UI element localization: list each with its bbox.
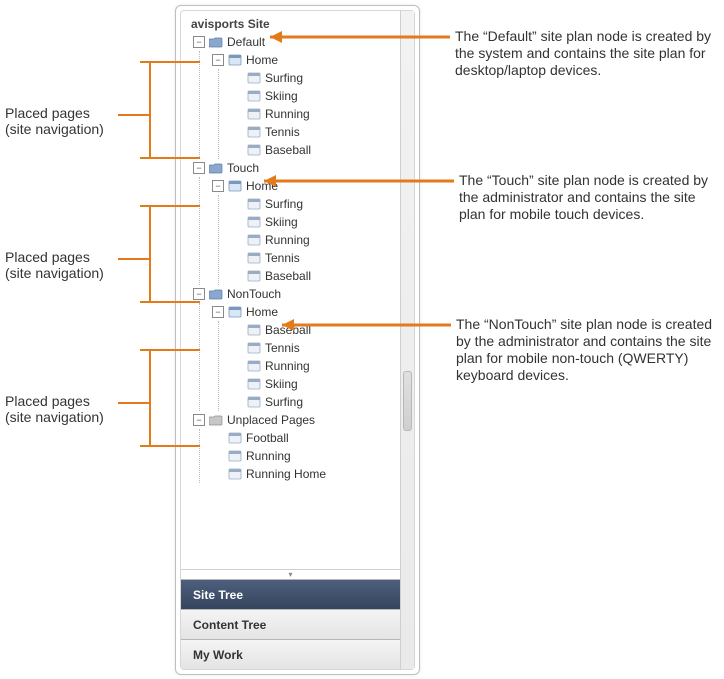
page-icon <box>228 54 242 66</box>
folder-icon <box>209 36 223 48</box>
label-nontouch-page-0[interactable]: Baseball <box>265 323 311 337</box>
tree-panel: avisports Site − Default <box>175 5 420 675</box>
site-title: avisports Site <box>181 11 400 33</box>
annotation-left-2: Placed pages (site navigation) <box>5 249 104 281</box>
label-unplaced-page-0[interactable]: Football <box>246 431 289 445</box>
panel-inner: avisports Site − Default <box>180 10 415 670</box>
node-touch: − Touch − Home <box>193 159 396 285</box>
annotation-left-label-1a: Placed pages <box>5 105 104 121</box>
page-icon <box>228 468 242 480</box>
node-unplaced: − Unplaced Pages Football Running Runnin… <box>193 411 396 483</box>
node-nontouch-home: − Home Baseball Tennis Running Skiing S <box>212 303 396 411</box>
toggle-nontouch-home[interactable]: − <box>212 306 224 318</box>
page-icon <box>247 396 261 408</box>
label-touch-home[interactable]: Home <box>246 179 278 193</box>
annotation-right-default: The “Default” site plan node is created … <box>455 28 720 79</box>
node-default-home: − Home Surfing Skiing Running <box>212 51 396 159</box>
list-unplaced-pages: Football Running Running Home <box>199 429 396 483</box>
label-touch-page-1[interactable]: Skiing <box>265 215 298 229</box>
page-icon <box>247 378 261 390</box>
page-icon <box>228 306 242 318</box>
toggle-default[interactable]: − <box>193 36 205 48</box>
annotation-right-nontouch: The “NonTouch” site plan node is created… <box>456 316 721 384</box>
page-icon <box>247 324 261 336</box>
label-default-page-0[interactable]: Surfing <box>265 71 303 85</box>
node-default: − Default − <box>193 33 396 159</box>
node-touch-home: − Home Surfing Skiing Running Tennis Ba <box>212 177 396 285</box>
page-icon <box>247 72 261 84</box>
label-nontouch-page-3[interactable]: Skiing <box>265 377 298 391</box>
tab-content-tree[interactable]: Content Tree <box>181 609 400 639</box>
toggle-default-home[interactable]: − <box>212 54 224 66</box>
folder-icon <box>209 414 223 426</box>
toggle-nontouch[interactable]: − <box>193 288 205 300</box>
site-tree-root: − Default − <box>181 33 400 489</box>
label-touch-page-3[interactable]: Tennis <box>265 251 300 265</box>
label-nontouch[interactable]: NonTouch <box>227 287 281 301</box>
page-icon <box>247 126 261 138</box>
label-unplaced[interactable]: Unplaced Pages <box>227 413 315 427</box>
tab-site-tree[interactable]: Site Tree <box>181 579 400 609</box>
toggle-unplaced[interactable]: − <box>193 414 205 426</box>
list-nontouch-pages: Baseball Tennis Running Skiing Surfing <box>218 321 396 411</box>
annotation-right-touch: The “Touch” site plan node is created by… <box>459 172 724 223</box>
label-touch-page-0[interactable]: Surfing <box>265 197 303 211</box>
annotation-left-3: Placed pages (site navigation) <box>5 393 104 425</box>
page-icon <box>247 252 261 264</box>
label-default[interactable]: Default <box>227 35 265 49</box>
panel-tabs: ▾ Site Tree Content Tree My Work <box>181 569 400 669</box>
page-icon <box>247 234 261 246</box>
label-unplaced-page-1[interactable]: Running <box>246 449 291 463</box>
scrollbar-thumb[interactable] <box>403 371 412 431</box>
tree-area: avisports Site − Default <box>181 11 400 559</box>
list-touch-pages: Surfing Skiing Running Tennis Baseball <box>218 195 396 285</box>
label-touch-page-4[interactable]: Baseball <box>265 269 311 283</box>
list-default-pages: Surfing Skiing Running Tennis Baseball <box>218 69 396 159</box>
node-nontouch: − NonTouch − Home <box>193 285 396 411</box>
annotation-left-label-2b: (site navigation) <box>5 265 104 281</box>
folder-icon <box>209 162 223 174</box>
label-nontouch-page-1[interactable]: Tennis <box>265 341 300 355</box>
tab-my-work[interactable]: My Work <box>181 639 400 669</box>
page-icon <box>228 180 242 192</box>
page-icon <box>247 216 261 228</box>
label-touch-page-2[interactable]: Running <box>265 233 310 247</box>
annotation-left-label-3a: Placed pages <box>5 393 104 409</box>
annotation-left-1: Placed pages (site navigation) <box>5 105 104 137</box>
page-icon <box>247 144 261 156</box>
annotation-left-label-3b: (site navigation) <box>5 409 104 425</box>
label-nontouch-page-4[interactable]: Surfing <box>265 395 303 409</box>
page-icon <box>247 342 261 354</box>
label-default-page-3[interactable]: Tennis <box>265 125 300 139</box>
page-icon <box>247 108 261 120</box>
label-nontouch-home[interactable]: Home <box>246 305 278 319</box>
scrollbar-vertical[interactable] <box>400 11 414 669</box>
label-default-home[interactable]: Home <box>246 53 278 67</box>
toggle-touch[interactable]: − <box>193 162 205 174</box>
toggle-touch-home[interactable]: − <box>212 180 224 192</box>
page-icon <box>247 198 261 210</box>
page-icon <box>228 450 242 462</box>
collapse-handle[interactable]: ▾ <box>181 569 400 579</box>
page-icon <box>228 432 242 444</box>
page-icon <box>247 270 261 282</box>
folder-icon <box>209 288 223 300</box>
label-default-page-4[interactable]: Baseball <box>265 143 311 157</box>
annotation-left-label-1b: (site navigation) <box>5 121 104 137</box>
label-unplaced-page-2[interactable]: Running Home <box>246 467 326 481</box>
annotation-left-label-2a: Placed pages <box>5 249 104 265</box>
page-icon <box>247 90 261 102</box>
label-touch[interactable]: Touch <box>227 161 259 175</box>
label-nontouch-page-2[interactable]: Running <box>265 359 310 373</box>
page-icon <box>247 360 261 372</box>
label-default-page-1[interactable]: Skiing <box>265 89 298 103</box>
label-default-page-2[interactable]: Running <box>265 107 310 121</box>
